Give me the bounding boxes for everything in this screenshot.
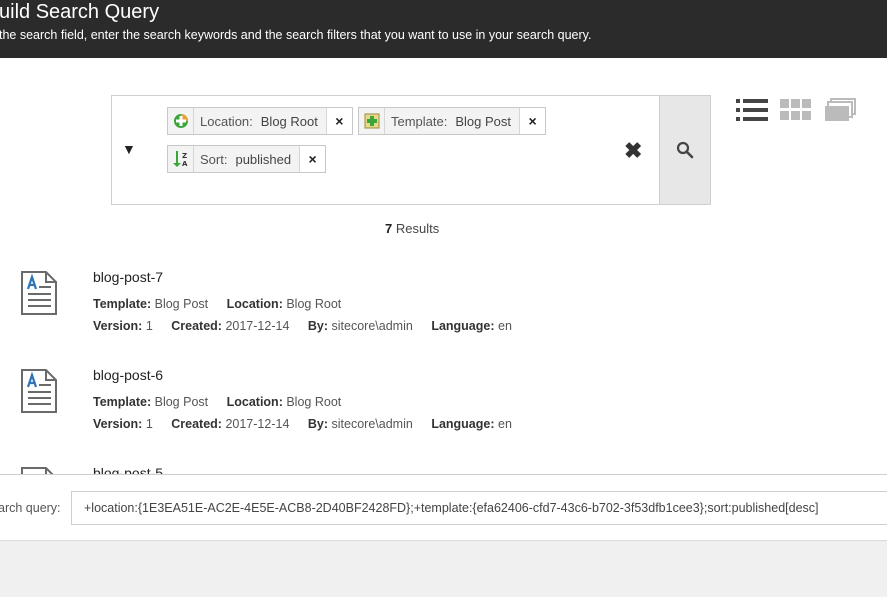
list-view-icon[interactable]	[736, 98, 768, 122]
grid-view-icon[interactable]	[780, 98, 812, 122]
sort-za-icon: Z A	[168, 146, 194, 172]
facet-label: Template:	[391, 113, 448, 129]
remove-facet-button[interactable]: ×	[299, 146, 326, 172]
stacked-view-icon[interactable]	[824, 98, 856, 122]
document-icon	[21, 271, 57, 315]
facet-label: Sort:	[200, 151, 228, 167]
version-label: Version:	[93, 319, 143, 333]
result-meta-line-2: Version: 1 Created: 2017-12-14 By: sitec…	[93, 319, 512, 333]
triangle-down-icon[interactable]: ▼	[122, 141, 136, 157]
result-title[interactable]: blog-post-6	[93, 367, 163, 383]
location-label: Location:	[226, 395, 283, 409]
clear-search-button[interactable]: ✖	[624, 138, 642, 164]
facet-label: Location:	[200, 113, 253, 129]
facet-chip-text: Sort: published	[194, 152, 299, 167]
page-header: uild Search Query the search field, ente…	[0, 0, 887, 58]
view-mode-switcher	[736, 98, 856, 122]
created-label: Created:	[171, 319, 222, 333]
version-value: 1	[145, 417, 153, 431]
search-icon	[676, 141, 694, 159]
facet-value: Blog Root	[260, 113, 318, 129]
search-query-label: arch query:	[0, 501, 61, 515]
search-query-bar: arch query:	[0, 474, 887, 540]
results-count-number: 7	[385, 221, 393, 236]
version-value: 1	[145, 319, 153, 333]
facet-chip-text: Location: Blog Root	[194, 114, 326, 129]
template-label: Template:	[93, 297, 152, 311]
by-label: By:	[307, 319, 329, 333]
results-count-label: Results	[395, 221, 440, 236]
language-value: en	[498, 319, 512, 333]
remove-facet-button[interactable]: ×	[519, 108, 546, 134]
page-title: uild Search Query	[0, 1, 160, 23]
language-value: en	[498, 417, 512, 431]
created-value: 2017-12-14	[225, 319, 290, 333]
location-plus-icon	[168, 108, 194, 134]
document-icon	[21, 369, 57, 413]
results-count: 7 Results	[385, 221, 439, 236]
location-value: Blog Root	[286, 297, 342, 311]
by-value: sitecore\admin	[331, 417, 413, 431]
page-subtitle: the search field, enter the search keywo…	[0, 28, 592, 42]
by-label: By:	[307, 417, 329, 431]
created-value: 2017-12-14	[225, 417, 290, 431]
result-meta-line-1: Template: Blog Post Location: Blog Root	[93, 297, 341, 311]
by-value: sitecore\admin	[331, 319, 413, 333]
search-button[interactable]	[659, 95, 711, 205]
search-box: ▼ Location: Blog Root × Template: Blog Pos…	[111, 95, 711, 205]
result-meta-line-2: Version: 1 Created: 2017-12-14 By: sitec…	[93, 417, 512, 431]
result-meta-line-1: Template: Blog Post Location: Blog Root	[93, 395, 341, 409]
facet-chip-sort[interactable]: Z A Sort: published ×	[167, 145, 327, 173]
location-value: Blog Root	[286, 395, 342, 409]
template-value: Blog Post	[154, 395, 209, 409]
facet-value: published	[235, 151, 292, 167]
facet-chip-text: Template: Blog Post	[385, 114, 519, 129]
remove-facet-button[interactable]: ×	[325, 108, 352, 134]
result-title[interactable]: blog-post-7	[93, 269, 163, 285]
svg-text:A: A	[182, 160, 188, 168]
result-item[interactable]: blog-post-6 Template: Blog Post Location…	[0, 367, 887, 459]
footer-bar	[0, 540, 887, 597]
template-label: Template:	[93, 395, 152, 409]
facet-value: Blog Post	[455, 113, 512, 129]
language-label: Language:	[431, 319, 495, 333]
version-label: Version:	[93, 417, 143, 431]
svg-text:Z: Z	[182, 152, 187, 160]
result-item[interactable]: blog-post-7 Template: Blog Post Location…	[0, 269, 887, 361]
facet-chip-location[interactable]: Location: Blog Root ×	[167, 107, 353, 135]
facet-chip-template[interactable]: Template: Blog Post ×	[358, 107, 547, 135]
created-label: Created:	[171, 417, 222, 431]
search-query-input[interactable]	[71, 491, 887, 525]
location-label: Location:	[226, 297, 283, 311]
template-value: Blog Post	[154, 297, 209, 311]
template-plus-icon	[359, 108, 385, 134]
language-label: Language:	[431, 417, 495, 431]
